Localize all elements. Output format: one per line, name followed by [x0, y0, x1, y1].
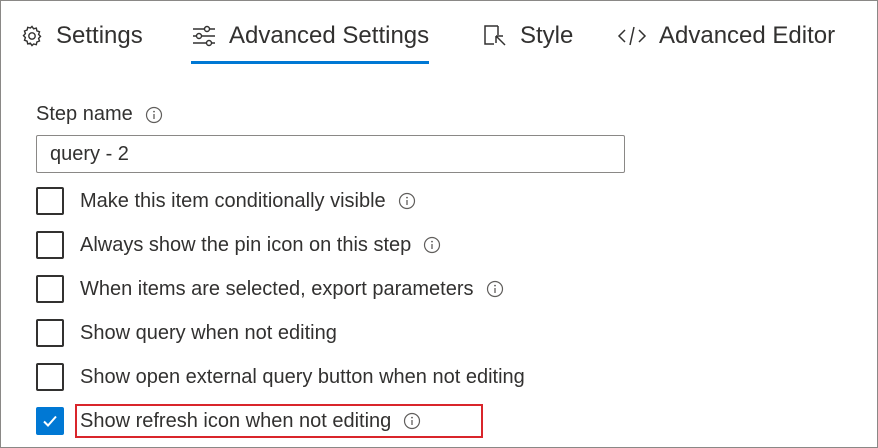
option-label: Show open external query button when not… [80, 365, 525, 388]
info-icon[interactable] [423, 236, 441, 254]
option-conditionally-visible[interactable]: Make this item conditionally visible [36, 184, 416, 218]
tab-style[interactable]: Style [482, 1, 573, 71]
option-always-show-pin[interactable]: Always show the pin icon on this step [36, 228, 441, 262]
tab-advanced-editor-label: Advanced Editor [659, 22, 836, 49]
style-icon [482, 23, 508, 49]
gear-icon [20, 24, 44, 48]
checkbox-checked[interactable] [36, 407, 64, 435]
code-icon [617, 24, 647, 48]
tab-settings-label: Settings [56, 22, 143, 49]
option-label: Show query when not editing [80, 321, 337, 344]
checkbox[interactable] [36, 231, 64, 259]
checkbox[interactable] [36, 275, 64, 303]
info-icon[interactable] [486, 280, 504, 298]
option-show-query[interactable]: Show query when not editing [36, 316, 337, 350]
step-name-label-row: Step name [36, 103, 163, 126]
checkbox[interactable] [36, 319, 64, 347]
info-icon[interactable] [145, 106, 163, 124]
info-icon[interactable] [398, 192, 416, 210]
option-label: Always show the pin icon on this step [80, 233, 412, 256]
sliders-icon [191, 24, 217, 48]
checkmark-icon [43, 415, 57, 427]
tab-style-label: Style [520, 22, 574, 49]
info-icon[interactable] [403, 412, 421, 430]
option-show-refresh-icon[interactable]: Show refresh icon when not editing [36, 404, 421, 438]
tab-advanced-settings[interactable]: Advanced Settings [191, 1, 430, 71]
checkbox[interactable] [36, 187, 64, 215]
step-name-input[interactable] [36, 135, 625, 173]
checkbox[interactable] [36, 363, 64, 391]
option-export-parameters[interactable]: When items are selected, export paramete… [36, 272, 504, 306]
tab-advanced-editor[interactable]: Advanced Editor [617, 1, 835, 71]
tab-settings[interactable]: Settings [20, 1, 143, 71]
tab-bar: Settings Advanced Settings Style Advance… [1, 1, 877, 71]
option-label: Show refresh icon when not editing [80, 409, 392, 432]
option-label: When items are selected, export paramete… [80, 277, 474, 300]
advanced-settings-panel: Settings Advanced Settings Style Advance… [0, 0, 878, 448]
option-show-external-query-button[interactable]: Show open external query button when not… [36, 360, 525, 394]
option-label: Make this item conditionally visible [80, 189, 386, 212]
step-name-label: Step name [36, 103, 133, 125]
tab-advanced-settings-label: Advanced Settings [229, 22, 430, 49]
